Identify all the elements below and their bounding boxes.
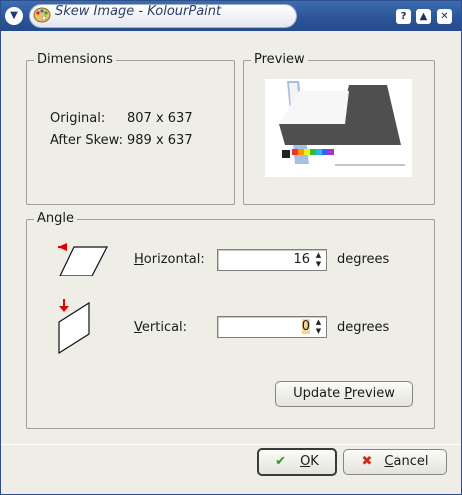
cancel-button[interactable]: ✖ Cancel [343, 449, 447, 475]
after-skew-value: 989 x 637 [127, 133, 193, 148]
vertical-unit: degrees [337, 320, 390, 335]
horizontal-angle-spinbox[interactable]: 16 ▲ ▼ [217, 249, 327, 271]
after-skew-label: After Skew: [50, 133, 123, 148]
horizontal-skew-icon [58, 243, 108, 276]
horizontal-unit: degrees [337, 252, 390, 267]
dimensions-group-title: Dimensions [34, 52, 116, 68]
help-button[interactable]: ? [396, 9, 411, 24]
chevron-down-icon: ▼ [10, 10, 18, 21]
vertical-angle-spinbox[interactable]: 0 ▲ ▼ [217, 316, 327, 338]
shade-button[interactable]: ▲ [416, 9, 431, 24]
dimensions-group: Dimensions Original: 807 x 637 After Ske… [26, 52, 235, 205]
spin-down-icon[interactable]: ▼ [312, 327, 325, 336]
title-bar[interactable]: ▼ Skew Image - KolourPaint ? ▲ ✕ [1, 1, 461, 31]
horizontal-label: Horizontal: [134, 252, 205, 267]
check-icon: ✔ [275, 454, 287, 469]
preview-group-title: Preview [251, 52, 308, 68]
ok-button[interactable]: ✔ OK [257, 448, 337, 476]
spin-up-icon[interactable]: ▲ [312, 251, 325, 260]
angle-group: Angle Horizontal: 16 ▲ ▼ degrees Vertica… [26, 211, 435, 429]
kolourpaint-app-icon [33, 7, 51, 23]
vertical-angle-value: 0 [301, 319, 310, 334]
window-menu-button[interactable]: ▼ [5, 7, 23, 25]
footer-separator [1, 444, 461, 445]
spin-up-icon[interactable]: ▲ [312, 318, 325, 327]
update-preview-button[interactable]: Update Preview [275, 381, 413, 407]
skew-preview-image [265, 79, 412, 177]
vertical-skew-icon [58, 299, 90, 354]
close-button[interactable]: ✕ [437, 9, 452, 24]
vertical-label: Vertical: [134, 320, 188, 335]
window-title: Skew Image - KolourPaint [55, 4, 222, 19]
angle-group-title: Angle [34, 211, 77, 227]
cancel-x-icon: ✖ [361, 454, 373, 469]
spin-down-icon[interactable]: ▼ [312, 260, 325, 269]
horizontal-angle-value: 16 [293, 252, 310, 267]
preview-group: Preview [243, 52, 435, 205]
skew-image-dialog: ▼ Skew Image - KolourPaint ? ▲ ✕ Dimensi… [0, 0, 462, 495]
original-label: Original: [50, 111, 106, 126]
original-value: 807 x 637 [127, 111, 193, 126]
